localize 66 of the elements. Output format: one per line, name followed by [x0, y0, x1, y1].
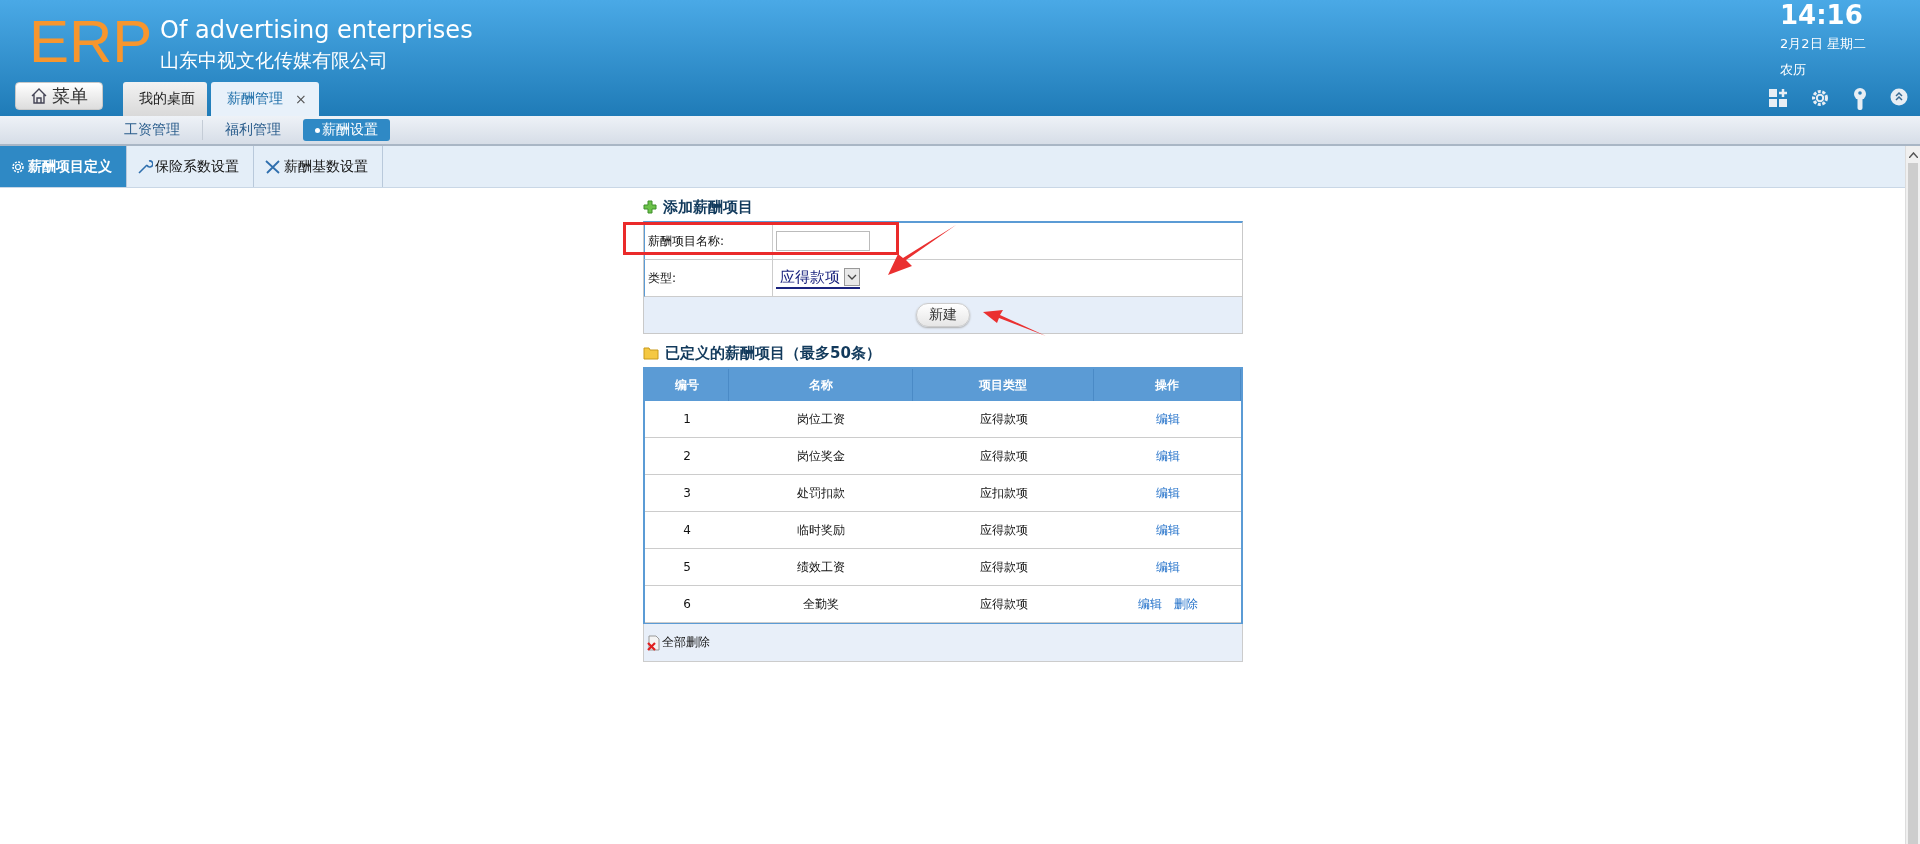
table-cell: 4 [645, 512, 729, 549]
action-link[interactable]: 编辑 [1137, 595, 1162, 613]
column-header: 名称 [729, 369, 913, 401]
lunar-calendar-label: 农历 [1779, 61, 1807, 79]
company-name: 山东中视文化传媒有限公司 [160, 48, 389, 72]
table-cell: 2 [645, 438, 729, 475]
table-cell: 应得款项 [913, 438, 1094, 475]
action-link[interactable]: 编辑 [1155, 410, 1180, 428]
table-cell: 岗位工资 [729, 401, 913, 438]
column-header: 编号 [645, 369, 729, 401]
column-header: 项目类型 [913, 369, 1094, 401]
menu-button[interactable]: 菜单 [15, 82, 103, 110]
action-link[interactable]: 删除 [1173, 595, 1198, 613]
table-cell: 岗位奖金 [729, 438, 913, 475]
table-cell: 6 [645, 586, 729, 623]
section-title: 已定义的薪酬项目（最多50条） [665, 343, 881, 363]
action-link[interactable]: 编辑 [1155, 447, 1180, 465]
table-cell: 3 [645, 475, 729, 512]
page-tab[interactable]: 保险系数设置 [127, 146, 254, 187]
sub-nav-item[interactable]: 薪酬设置 [303, 119, 390, 141]
key-icon[interactable] [1852, 88, 1868, 110]
table-cell: 5 [645, 549, 729, 586]
window-tab[interactable]: 我的桌面 [123, 82, 207, 116]
scroll-up-icon[interactable] [1908, 151, 1918, 158]
table-cell: 应得款项 [913, 549, 1094, 586]
type-select[interactable]: 应得款项 [776, 267, 860, 289]
table-cell: 应得款项 [913, 401, 1094, 438]
column-header: 操作 [1094, 369, 1241, 401]
section-title: 添加薪酬项目 [663, 197, 753, 217]
table-cell: 应得款项 [913, 586, 1094, 623]
action-link[interactable]: 编辑 [1155, 484, 1180, 502]
close-tab-button[interactable]: × [295, 91, 307, 107]
settings-icon[interactable] [1810, 88, 1830, 108]
home-icon [30, 87, 48, 105]
page-tab[interactable]: 薪酬基数设置 [254, 146, 383, 187]
clock-date: 2月2日 星期二 [1779, 35, 1867, 53]
table-cell: 应扣款项 [913, 475, 1094, 512]
item-name-input[interactable] [776, 231, 870, 251]
window-tab[interactable]: 薪酬管理 × [211, 82, 319, 116]
sub-nav-item[interactable]: 工资管理 [112, 119, 192, 141]
create-button[interactable]: 新建 [916, 303, 970, 327]
table-cell: 应得款项 [913, 512, 1094, 549]
erp-logo: ERP [28, 12, 154, 72]
delete-document-icon[interactable] [647, 634, 661, 651]
wrench-icon [137, 158, 153, 175]
add-widget-icon[interactable] [1768, 88, 1788, 108]
table-cell: 绩效工资 [729, 549, 913, 586]
sub-nav-item[interactable]: 福利管理 [213, 119, 293, 141]
page-tab[interactable]: 薪酬项目定义 [0, 146, 127, 187]
collapse-icon[interactable] [1890, 88, 1908, 106]
delete-all-link[interactable]: 全部删除 [662, 634, 710, 651]
table-cell: 1 [645, 401, 729, 438]
folder-icon [643, 346, 659, 360]
table-cell: 临时奖励 [729, 512, 913, 549]
action-link[interactable]: 编辑 [1155, 558, 1180, 576]
table-cell: 全勤奖 [729, 586, 913, 623]
scrollbar[interactable] [1905, 146, 1920, 844]
slogan: Of advertising enterprises [160, 16, 473, 44]
tools-icon [264, 158, 282, 175]
plus-icon [643, 200, 657, 214]
caret-icon [847, 273, 857, 281]
table-cell: 处罚扣款 [729, 475, 913, 512]
action-link[interactable]: 编辑 [1155, 521, 1180, 539]
clock-time: 14:16 [1779, 0, 1864, 30]
gear-icon [10, 158, 26, 175]
field-label: 薪酬项目名称: [644, 223, 773, 260]
